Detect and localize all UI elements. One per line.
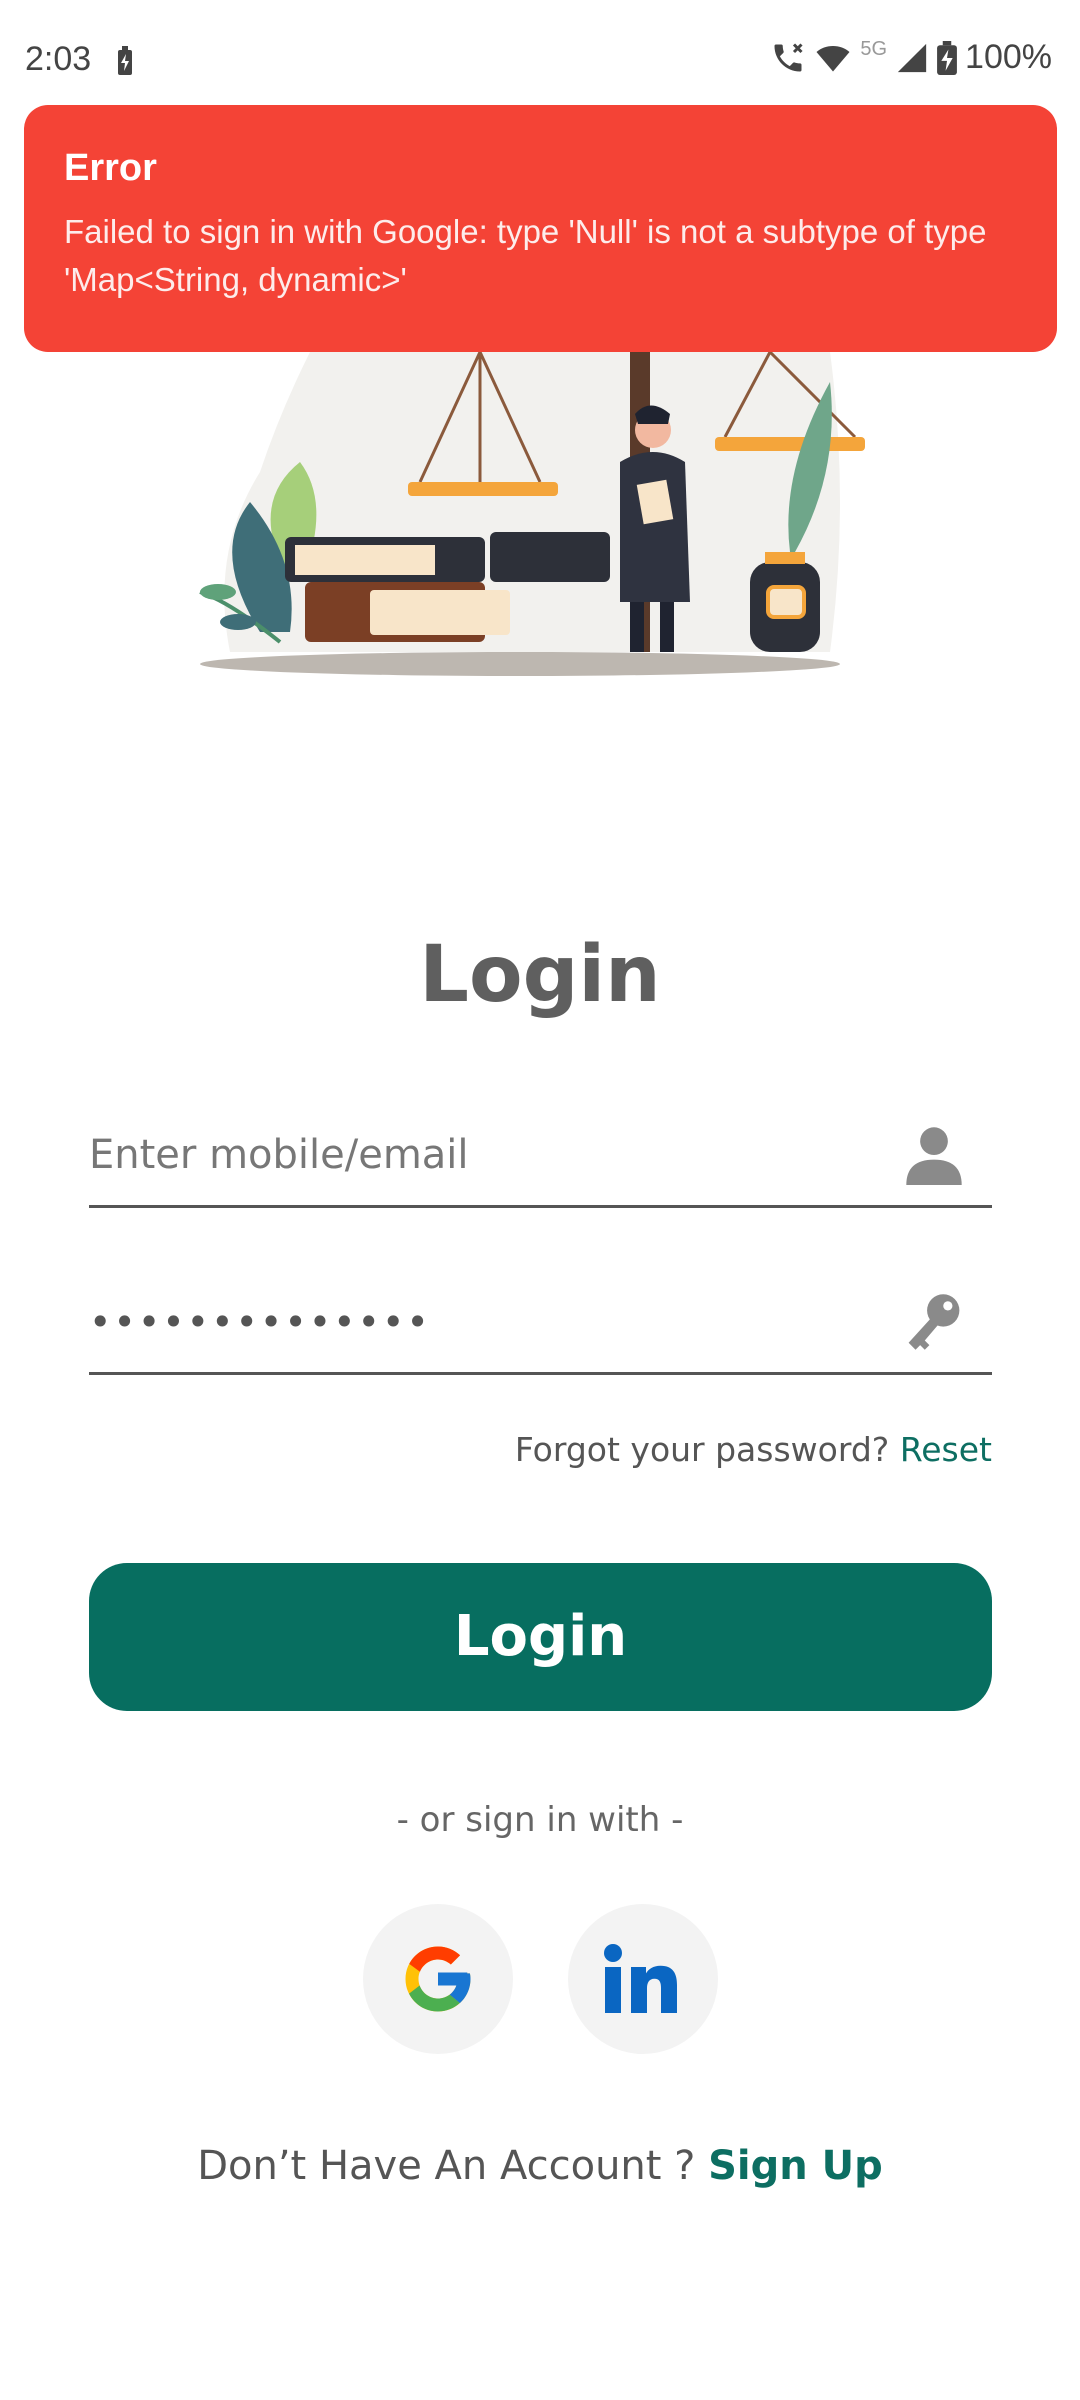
wifi-icon — [816, 45, 850, 71]
battery-percent: 100% — [965, 38, 1052, 76]
password-input[interactable] — [89, 1287, 869, 1357]
login-button[interactable]: Login — [89, 1563, 992, 1711]
lawyer-illustration — [199, 352, 865, 676]
battery-charging-icon — [118, 46, 132, 75]
signal-icon — [897, 43, 927, 72]
call-icon — [774, 42, 803, 71]
status-bar: 2:03 5G 100% — [0, 0, 1080, 120]
toast-title: Error — [64, 147, 157, 189]
reset-link[interactable]: Reset — [900, 1430, 992, 1469]
email-input[interactable] — [89, 1120, 869, 1190]
linkedin-sign-in-button[interactable] — [568, 1904, 718, 2054]
page-title: Login — [419, 930, 661, 1020]
email-field-container — [89, 1095, 992, 1208]
signup-link[interactable]: Sign Up — [708, 2143, 883, 2189]
google-sign-in-button[interactable] — [363, 1904, 513, 2054]
error-toast: Error Failed to sign in with Google: typ… — [24, 105, 1057, 352]
battery-icon — [937, 40, 957, 75]
status-time: 2:03 — [25, 40, 92, 78]
key-icon — [908, 1294, 960, 1350]
google-icon — [405, 1946, 471, 2012]
status-icons: 5G 100% — [770, 38, 1052, 77]
forgot-password-text: Forgot your password? — [514, 1430, 890, 1469]
person-icon — [906, 1127, 962, 1185]
signup-prompt: Don’t Have An Account ? — [197, 2143, 696, 2189]
toast-message: Failed to sign in with Google: type 'Nul… — [64, 213, 987, 298]
password-field-container — [89, 1262, 992, 1375]
network-type: 5G — [860, 38, 888, 60]
linkedin-icon — [604, 1944, 677, 2013]
or-sign-in-with-text: - or sign in with - — [396, 1800, 684, 1840]
forgot-password-row: Forgot your password? Reset — [515, 1430, 992, 1469]
signup-row: Don’t Have An Account ? Sign Up — [0, 2143, 1080, 2189]
